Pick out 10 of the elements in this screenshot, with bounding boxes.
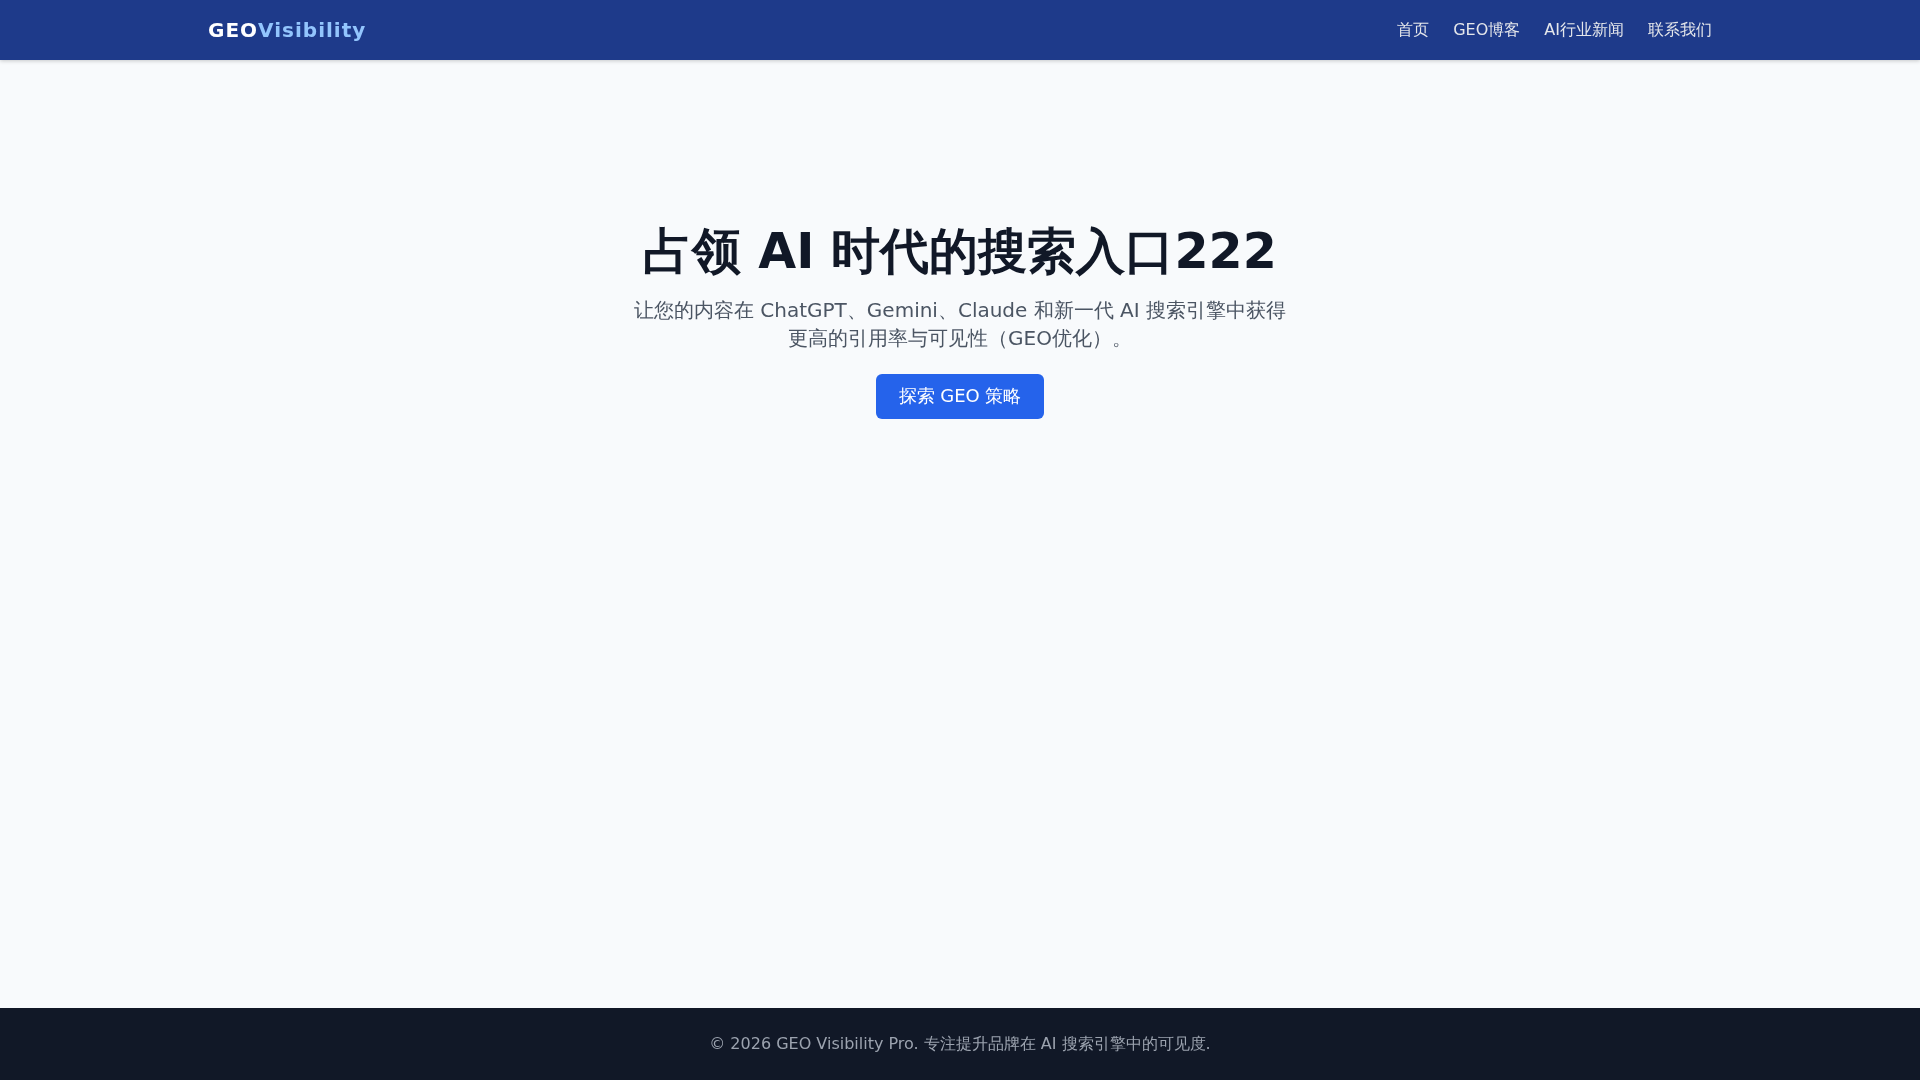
- nav-link[interactable]: GEO博客: [1453, 19, 1521, 41]
- footer-text: © 2026 GEO Visibility Pro. 专注提升品牌在 AI 搜索引擎中的可见度.: [709, 1033, 1211, 1055]
- logo-suffix[interactable]: Visibility: [258, 18, 367, 42]
- logo-prefix[interactable]: GEO: [208, 18, 259, 42]
- explore-button[interactable]: 探索 GEO 策略: [875, 373, 1045, 419]
- nav-link[interactable]: 联系我们: [1648, 19, 1712, 41]
- nav-link[interactable]: AI行业新闻: [1544, 19, 1624, 41]
- hero-title: 占领 AI 时代的搜索入口222: [643, 223, 1277, 282]
- hero-subtitle: 让您的内容在 ChatGPT、Gemini、Claude 和新一代 AI 搜索引擎中获得更高的引用率与可见性（GEO优化）。: [632, 296, 1288, 352]
- nav-link[interactable]: 首页: [1397, 19, 1430, 41]
